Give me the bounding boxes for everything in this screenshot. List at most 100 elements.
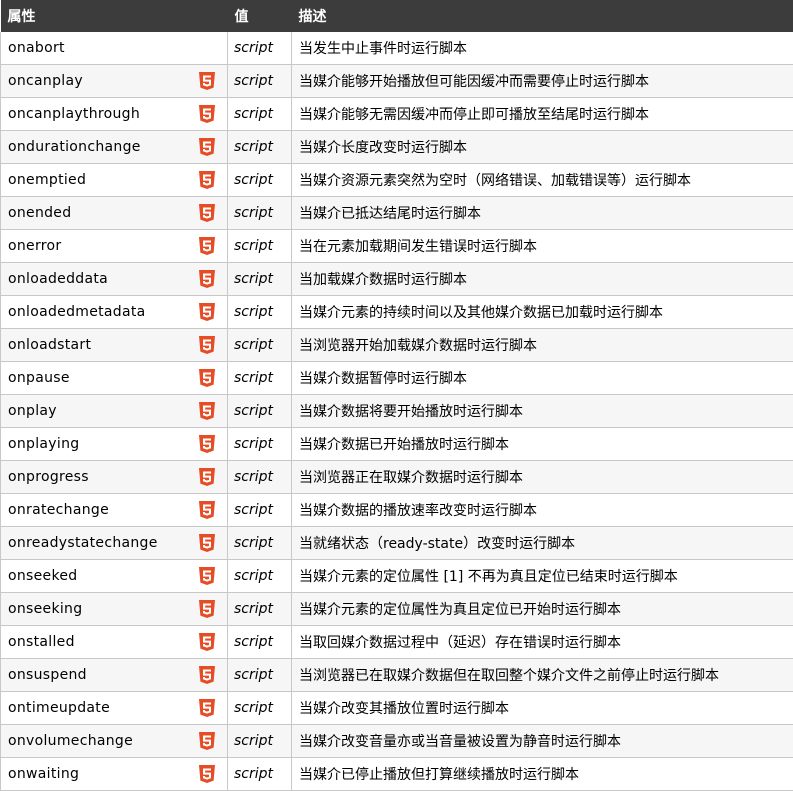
value-cell: script (227, 394, 292, 428)
value-cell: script (227, 130, 292, 164)
value-cell: script (227, 592, 292, 626)
description-cell: 当浏览器开始加载媒介数据时运行脚本 (291, 328, 793, 362)
value-cell: script (227, 328, 292, 362)
table-row: oncanplay script 当媒介能够开始播放但可能因缓冲而需要停止时运行脚本 (0, 64, 793, 98)
value-cell: script (227, 658, 292, 692)
html5-icon (199, 666, 215, 684)
attribute-name: onsuspend (8, 667, 87, 683)
table-row: onplaying script 当媒介数据已开始播放时运行脚本 (0, 427, 793, 461)
attribute-cell: onerror (0, 229, 228, 263)
description-cell: 当取回媒介数据过程中（延迟）存在错误时运行脚本 (291, 625, 793, 659)
attribute-name: onreadystatechange (8, 535, 158, 551)
table-row: ondurationchange script 当媒介长度改变时运行脚本 (0, 130, 793, 164)
value-cell: script (227, 757, 292, 791)
attribute-cell: onended (0, 196, 228, 230)
description-cell: 当媒介数据暂停时运行脚本 (291, 361, 793, 395)
description-cell: 当媒介长度改变时运行脚本 (291, 130, 793, 164)
header-row: 属性 值 描述 (0, 0, 793, 32)
attribute-name: onwaiting (8, 766, 80, 782)
attribute-name: onloadeddata (8, 271, 108, 287)
table-row: onloadstart script 当浏览器开始加载媒介数据时运行脚本 (0, 328, 793, 362)
description-cell: 当媒介改变音量亦或当音量被设置为静音时运行脚本 (291, 724, 793, 758)
table-row: onloadeddata script 当加载媒介数据时运行脚本 (0, 262, 793, 296)
description-cell: 当媒介改变其播放位置时运行脚本 (291, 691, 793, 725)
attribute-name: onpause (8, 370, 70, 386)
table-row: onpause script 当媒介数据暂停时运行脚本 (0, 361, 793, 395)
table-body: onabort script 当发生中止事件时运行脚本 oncanplay script… (0, 32, 793, 791)
table-row: onerror script 当在元素加载期间发生错误时运行脚本 (0, 229, 793, 263)
media-events-table: 属性 值 描述 onabort script 当发生中止事件时运行脚本 oncanpl… (0, 0, 793, 791)
html5-icon (199, 468, 215, 486)
attribute-cell: oncanplay (0, 64, 228, 98)
description-cell: 当媒介数据将要开始播放时运行脚本 (291, 394, 793, 428)
description-cell: 当在元素加载期间发生错误时运行脚本 (291, 229, 793, 263)
attribute-cell: onseeking (0, 592, 228, 626)
attribute-name: onloadedmetadata (8, 304, 146, 320)
description-cell: 当媒介能够开始播放但可能因缓冲而需要停止时运行脚本 (291, 64, 793, 98)
attribute-name: ontimeupdate (8, 700, 110, 716)
value-cell: script (227, 163, 292, 197)
attribute-cell: onpause (0, 361, 228, 395)
table-row: ontimeupdate script 当媒介改变其播放位置时运行脚本 (0, 691, 793, 725)
html5-icon (199, 765, 215, 783)
description-cell: 当媒介数据已开始播放时运行脚本 (291, 427, 793, 461)
attribute-cell: onreadystatechange (0, 526, 228, 560)
table-row: onvolumechange script 当媒介改变音量亦或当音量被设置为静音时运… (0, 724, 793, 758)
attribute-cell: onwaiting (0, 757, 228, 791)
table-row: onended script 当媒介已抵达结尾时运行脚本 (0, 196, 793, 230)
description-cell: 当浏览器正在取媒介数据时运行脚本 (291, 460, 793, 494)
attribute-cell: onemptied (0, 163, 228, 197)
attribute-name: onstalled (8, 634, 75, 650)
table-header: 属性 值 描述 (0, 0, 793, 32)
value-cell: script (227, 427, 292, 461)
value-cell: script (227, 64, 292, 98)
attribute-cell: onloadedmetadata (0, 295, 228, 329)
attribute-name: oncanplaythrough (8, 106, 141, 122)
table-row: onabort script 当发生中止事件时运行脚本 (0, 32, 793, 65)
attribute-name: onended (8, 205, 72, 221)
attribute-name: onseeked (8, 568, 78, 584)
description-cell: 当浏览器已在取媒介数据但在取回整个媒介文件之前停止时运行脚本 (291, 658, 793, 692)
value-cell: script (227, 229, 292, 263)
html5-icon (199, 270, 215, 288)
value-cell: script (227, 460, 292, 494)
attribute-cell: onsuspend (0, 658, 228, 692)
attribute-name: onvolumechange (8, 733, 134, 749)
description-cell: 当媒介资源元素突然为空时（网络错误、加载错误等）运行脚本 (291, 163, 793, 197)
description-cell: 当媒介数据的播放速率改变时运行脚本 (291, 493, 793, 527)
attribute-cell: onplaying (0, 427, 228, 461)
attribute-cell: onloadstart (0, 328, 228, 362)
attribute-cell: onvolumechange (0, 724, 228, 758)
attribute-cell: onratechange (0, 493, 228, 527)
html5-icon (199, 72, 215, 90)
value-cell: script (227, 97, 292, 131)
description-cell: 当发生中止事件时运行脚本 (291, 32, 793, 65)
attribute-cell: onseeked (0, 559, 228, 593)
attribute-cell: onprogress (0, 460, 228, 494)
value-cell: script (227, 691, 292, 725)
attribute-cell: ontimeupdate (0, 691, 228, 725)
value-cell: script (227, 625, 292, 659)
table-row: onseeked script 当媒介元素的定位属性 [1] 不再为真且定位已结束时… (0, 559, 793, 593)
table-row: onratechange script 当媒介数据的播放速率改变时运行脚本 (0, 493, 793, 527)
attribute-name: onseeking (8, 601, 83, 617)
html5-icon (199, 567, 215, 585)
table-row: onloadedmetadata script 当媒介元素的持续时间以及其他媒介数据… (0, 295, 793, 329)
html5-icon (199, 435, 215, 453)
description-cell: 当媒介已停止播放但打算继续播放时运行脚本 (291, 757, 793, 791)
value-cell: script (227, 295, 292, 329)
attribute-cell: onplay (0, 394, 228, 428)
attribute-cell: onstalled (0, 625, 228, 659)
html5-icon (199, 402, 215, 420)
value-cell: script (227, 196, 292, 230)
attribute-name: oncanplay (8, 73, 83, 89)
html5-icon (199, 204, 215, 222)
attribute-cell: onloadeddata (0, 262, 228, 296)
table-row: onwaiting script 当媒介已停止播放但打算继续播放时运行脚本 (0, 757, 793, 791)
html5-icon (199, 369, 215, 387)
attribute-name: onloadstart (8, 337, 92, 353)
value-cell: script (227, 724, 292, 758)
attribute-cell: ondurationchange (0, 130, 228, 164)
header-attribute: 属性 (0, 0, 228, 32)
table-row: onstalled script 当取回媒介数据过程中（延迟）存在错误时运行脚本 (0, 625, 793, 659)
